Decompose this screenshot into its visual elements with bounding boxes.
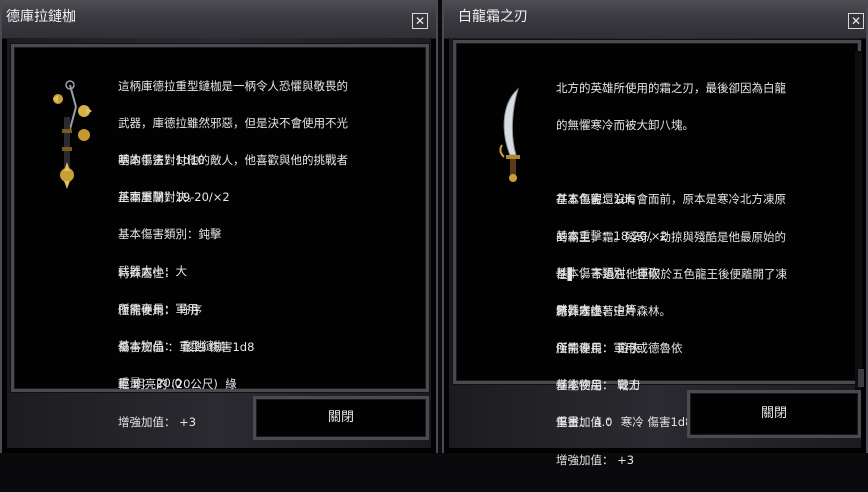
left-title-bar[interactable]: 德庫拉鏈枷 ✕ [2,0,436,39]
stat-line: 基本傷害類別：鈍擊 [118,227,222,242]
desc-line: 這柄庫德拉重型鏈枷是一柄令人恐懼與敬畏的 [118,78,348,93]
prop-line: 傷害加值 ： 酸蝕 傷害1d8 [118,340,255,355]
prop-line: 增強加值： +3 [556,452,635,467]
prop-line: 特殊屬性： [556,303,614,318]
stat-line: 基本傷害：1d10 [118,152,205,167]
left-properties-text: 特殊屬性： 僅能使用： 守序 傷害加值 ： 酸蝕 傷害1d8 輕 明亮的 (20… [118,242,254,453]
right-title-bar[interactable]: 白龍霜之刃 ✕ [444,0,866,39]
prop-line: 僅能使用： 戰士 [556,378,641,393]
stat-line: 基本重擊：19-20/×2 [118,190,230,205]
left-window-body: 這柄庫德拉重型鏈枷是一柄令人恐懼與敬畏的 武器，庫德拉雖然邪惡，但是決不會使用不… [7,38,431,448]
right-properties-text: 特殊屬性： 僅能使用： 遊俠 僅能使用： 戰士 傷害加值 ： 寒冷 傷害1d8 … [556,280,692,491]
scrollbar[interactable] [855,51,864,421]
flail-icon [53,80,92,189]
prop-line: 傷害加值 ： 寒冷 傷害1d8 [556,415,693,430]
right-item-window: 白龍霜之刃 ✕ 北方的英雄所使用的霜之刃，最後卻因為白龍 的無懼寒冷而被大卸八塊… [442,0,868,466]
prop-line: 僅能使用： 守序 [118,303,203,318]
left-description-panel: 這柄庫德拉重型鏈枷是一柄令人恐懼與敬畏的 武器，庫德拉雖然邪惡，但是決不會使用不… [11,44,429,428]
stat-line: 基本傷害類別：揮砍 [556,266,660,281]
prop-line: 特殊屬性： [118,265,176,280]
desc-line: 武器，庫德拉雖然邪惡，但是決不會使用不光 [118,116,348,131]
left-window-title: 德庫拉鏈枷 [6,9,76,25]
left-item-window: 德庫拉鏈枷 ✕ 這柄庫德拉重型鏈枷是一柄令人恐懼與敬畏的 武器，庫德拉雖然邪惡，… [0,0,438,453]
desc-line: 的無懼寒冷而被大卸八塊。 [556,118,694,133]
stat-line: 基本重擊：18-20/×2 [556,229,668,244]
desc-line [556,156,787,168]
close-button[interactable]: 關閉 [253,396,429,440]
close-button[interactable]: 關閉 [687,390,861,438]
prop-line: 僅能使用： 遊俠 [556,341,641,356]
desc-line: 北方的英雄所使用的霜之刃，最後卻因為白龍 [556,80,786,95]
prop-line: 輕 明亮的 (20公尺) 綠 [118,377,237,392]
close-icon[interactable]: ✕ [412,13,428,29]
stat-line: 基本傷害：1d6 [556,191,636,206]
scrollbar-thumb[interactable] [858,369,864,387]
close-icon[interactable]: ✕ [848,13,864,29]
right-description-panel: 北方的英雄所使用的霜之刃，最後卻因為白龍 的無懼寒冷而被大卸八塊。 在五色龍還沒… [453,40,864,466]
right-window-title: 白龍霜之刃 [458,9,528,25]
prop-line: 增強加值： +3 [118,414,197,429]
close-button-label: 關閉 [327,410,354,425]
scimitar-icon [499,87,520,182]
right-window-body: 北方的英雄所使用的霜之刃，最後卻因為白龍 的無懼寒冷而被大卸八塊。 在五色龍還沒… [449,38,864,466]
close-button-label: 關閉 [760,406,787,421]
